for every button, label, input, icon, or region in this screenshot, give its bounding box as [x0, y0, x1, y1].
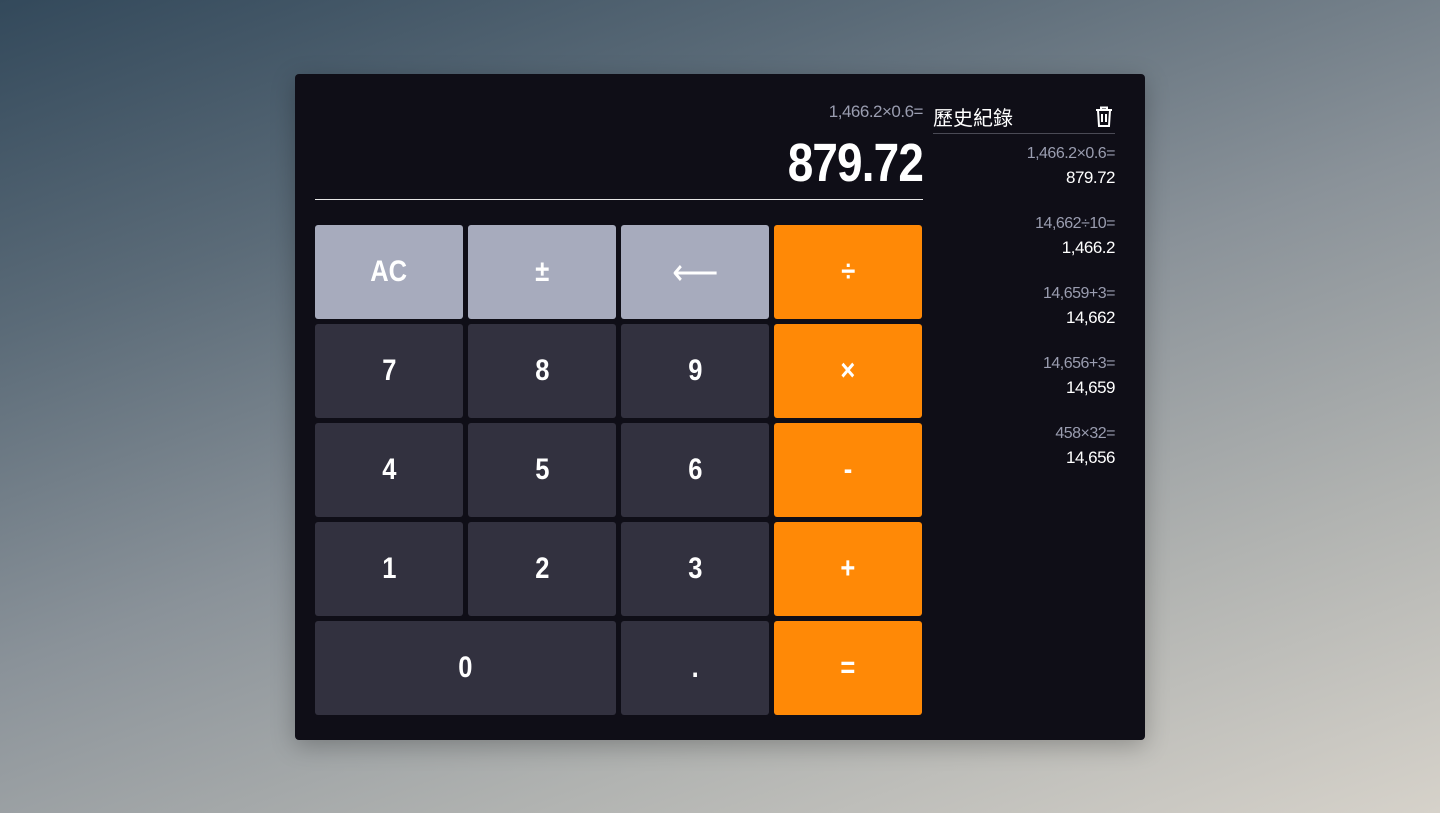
digit-8-label: 8 [534, 354, 550, 387]
history-item-expression: 458×32= [1055, 425, 1115, 442]
history-item[interactable]: 14,662÷10= 1,466.2 [933, 214, 1115, 262]
trash-icon[interactable] [1093, 105, 1115, 129]
multiply-label: × [840, 354, 856, 387]
history-item[interactable]: 458×32= 14,656 [933, 424, 1115, 472]
display-divider [315, 199, 923, 200]
all-clear-label: AC [370, 255, 408, 288]
history-header: 歷史紀錄 [933, 102, 1115, 134]
toggle-sign-button[interactable]: ± [468, 225, 616, 319]
digit-0-button[interactable]: 0 [315, 621, 616, 715]
keypad: AC ± ⟵ ÷ 7 8 9 × 4 5 6 - 1 2 3 + 0 . = [315, 225, 923, 715]
history-item-result: 1,466.2 [1061, 238, 1116, 257]
result-display: 879.72 [787, 133, 924, 193]
history-item-expression: 14,656+3= [1042, 355, 1116, 372]
history-item[interactable]: 14,659+3= 14,662 [933, 284, 1116, 332]
digit-6-button[interactable]: 6 [621, 423, 769, 517]
subtract-label: - [843, 453, 853, 486]
history-item-result: 14,662 [1066, 308, 1116, 327]
all-clear-button[interactable]: AC [315, 225, 463, 319]
digit-1-label: 1 [381, 552, 397, 585]
digit-2-button[interactable]: 2 [468, 522, 616, 616]
divide-label: ÷ [841, 255, 855, 288]
calculator-panel: 1,466.2×0.6= 879.72 AC ± ⟵ ÷ 7 8 9 × 4 5… [295, 74, 1145, 740]
digit-9-label: 9 [687, 354, 703, 387]
digit-5-label: 5 [534, 453, 550, 486]
decimal-point-button[interactable]: . [621, 621, 769, 715]
history-item-result: 879.72 [1066, 168, 1116, 187]
add-label: + [840, 552, 856, 585]
history-item[interactable]: 1,466.2×0.6= 879.72 [933, 144, 1116, 192]
equals-label: = [840, 651, 856, 684]
history-item-result: 14,656 [1066, 448, 1116, 467]
digit-5-button[interactable]: 5 [468, 423, 616, 517]
digit-4-button[interactable]: 4 [315, 423, 463, 517]
divide-button[interactable]: ÷ [774, 225, 922, 319]
digit-9-button[interactable]: 9 [621, 324, 769, 418]
digit-8-button[interactable]: 8 [468, 324, 616, 418]
expression-display: 1,466.2×0.6= [828, 102, 924, 121]
digit-1-button[interactable]: 1 [315, 522, 463, 616]
history-list: 1,466.2×0.6= 879.72 14,662÷10= 1,466.2 1… [933, 144, 1116, 472]
digit-6-label: 6 [687, 453, 703, 486]
subtract-button[interactable]: - [774, 423, 922, 517]
digit-7-button[interactable]: 7 [315, 324, 463, 418]
history-title: 歷史紀錄 [933, 106, 1013, 130]
history-panel: 歷史紀錄 1,466.2×0.6= 879.72 14,662÷10= 1,46… [933, 102, 1116, 494]
history-item-result: 14,659 [1066, 378, 1116, 397]
decimal-point-label: . [691, 651, 699, 684]
digit-7-label: 7 [381, 354, 397, 387]
digit-4-label: 4 [381, 453, 397, 486]
toggle-sign-label: ± [535, 255, 549, 288]
history-item-expression: 1,466.2×0.6= [1026, 145, 1116, 162]
backspace-arrow-icon: ⟵ [671, 251, 719, 294]
backspace-button[interactable]: ⟵ [621, 225, 769, 319]
multiply-button[interactable]: × [774, 324, 922, 418]
history-item[interactable]: 14,656+3= 14,659 [933, 354, 1116, 402]
history-item-expression: 14,662÷10= [1035, 215, 1115, 232]
digit-3-label: 3 [687, 552, 703, 585]
add-button[interactable]: + [774, 522, 922, 616]
history-item-expression: 14,659+3= [1042, 285, 1116, 302]
equals-button[interactable]: = [774, 621, 922, 715]
digit-3-button[interactable]: 3 [621, 522, 769, 616]
digit-0-label: 0 [458, 651, 473, 684]
digit-2-label: 2 [534, 552, 550, 585]
